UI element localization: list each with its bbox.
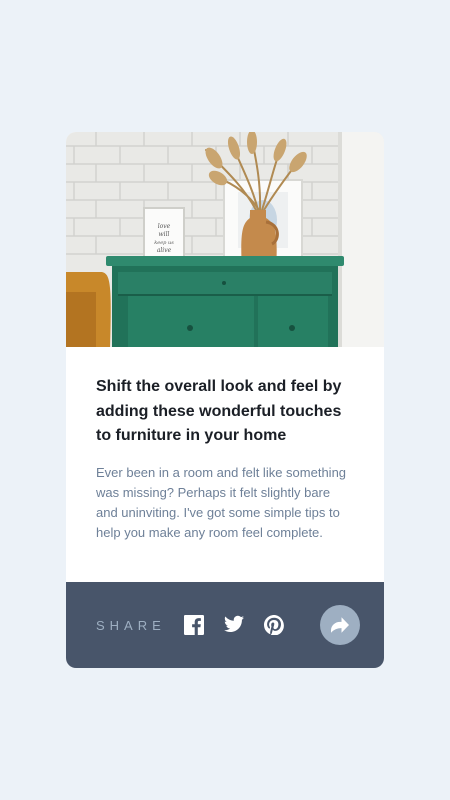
- share-label: SHARE: [96, 617, 166, 633]
- article-card: love will keep us alive Shift the overal…: [66, 132, 384, 668]
- share-bar: SHARE: [66, 582, 384, 668]
- share-arrow-icon: [331, 617, 349, 633]
- article-title: Shift the overall look and feel by addin…: [96, 378, 342, 444]
- pinterest-icon[interactable]: [263, 615, 284, 635]
- facebook-icon[interactable]: [183, 615, 204, 635]
- share-button[interactable]: [320, 605, 360, 645]
- drawers-illustration: love will keep us alive: [66, 132, 384, 347]
- svg-text:love: love: [158, 223, 171, 230]
- twitter-icon[interactable]: [223, 615, 244, 635]
- article-excerpt: Ever been in a room and felt like someth…: [96, 464, 347, 540]
- svg-text:keep us: keep us: [154, 240, 174, 246]
- article-image: love will keep us alive: [66, 132, 384, 347]
- svg-text:alive: alive: [157, 247, 172, 254]
- svg-text:will: will: [159, 231, 170, 238]
